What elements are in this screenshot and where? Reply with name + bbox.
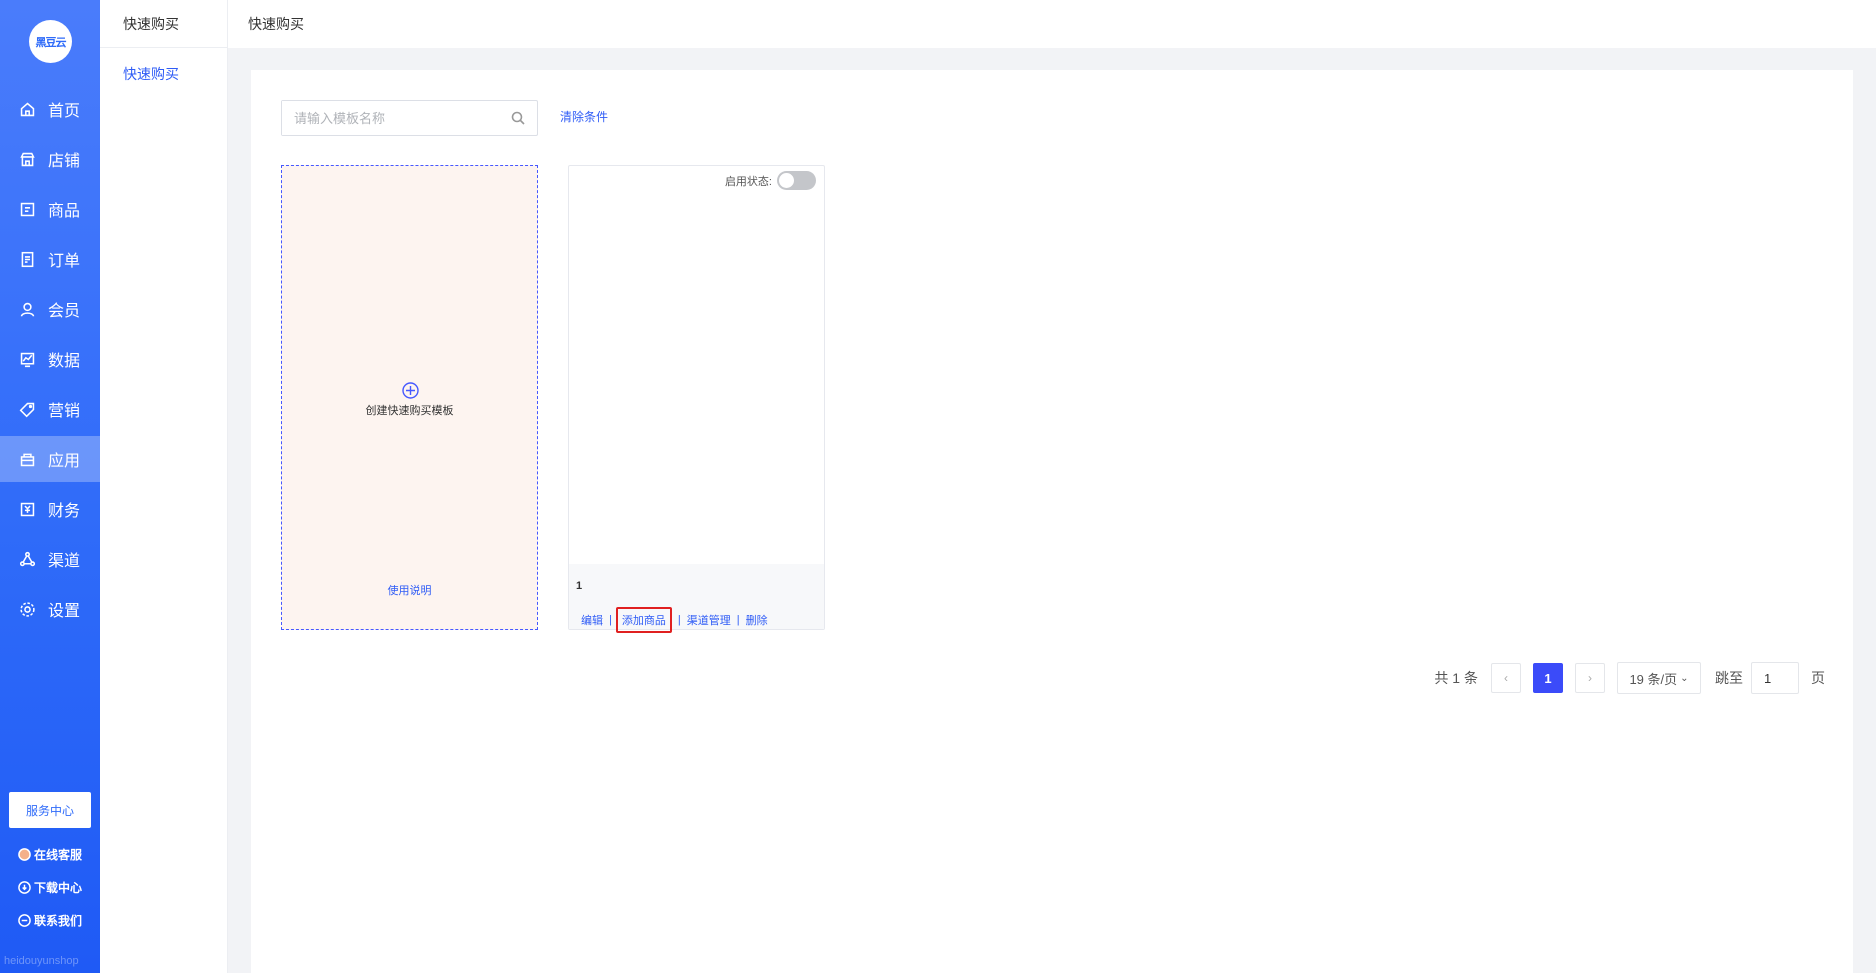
page-size-value: 19 条/页 — [1629, 671, 1678, 687]
nav-item-label: 渠道 — [48, 553, 81, 570]
create-template-label: 创建快速购买模板 — [365, 405, 454, 417]
breadcrumb: 快速购买 — [248, 16, 304, 32]
online-support-label: 在线客服 — [34, 848, 83, 862]
enable-status: 启用状态: — [725, 171, 816, 190]
nav-item-order[interactable]: 订单 — [0, 236, 100, 282]
add-goods-link[interactable]: 添加商品 — [615, 607, 672, 633]
pagination-total: 共 1 条 — [1434, 670, 1478, 686]
clear-filters-link[interactable]: 清除条件 — [560, 108, 608, 125]
chat-icon — [18, 914, 31, 927]
top-bar: 快速购买 — [228, 0, 1876, 48]
nav-item-store[interactable]: 店铺 — [0, 136, 100, 182]
nav-item-goods[interactable]: 商品 — [0, 186, 100, 232]
nav-item-label: 应用 — [48, 453, 81, 470]
nav-item-home[interactable]: 首页 — [0, 86, 100, 132]
page-number-button[interactable]: 1 — [1533, 663, 1563, 693]
nav-item-label: 营销 — [48, 403, 81, 420]
main-content: 清除条件 创建快速购买模板 使用说明 启用状态: 1 编辑 | 添加商品 | 渠… — [251, 70, 1853, 973]
download-center-link[interactable]: 下载中心 — [18, 879, 82, 896]
tag-icon — [18, 400, 36, 418]
nav-item-finance[interactable]: 财务 — [0, 486, 100, 532]
download-icon — [18, 881, 31, 894]
nav-item-label: 财务 — [48, 503, 81, 520]
chevron-left-icon: ‹ — [1504, 671, 1508, 685]
home-icon — [18, 100, 36, 118]
member-icon — [18, 300, 36, 318]
channel-icon — [18, 550, 36, 568]
chart-icon — [18, 350, 36, 368]
main-sidebar: 黑豆云 首页 店铺 商品 订单 会员 数据 营销 应用 财务 渠道 设置 服务中… — [0, 0, 100, 973]
nav-item-channel[interactable]: 渠道 — [0, 536, 100, 582]
subnav-item-quick-buy[interactable]: 快速购买 — [100, 64, 227, 84]
nav-item-label: 会员 — [48, 303, 81, 320]
edit-link[interactable]: 编辑 — [581, 612, 603, 628]
add-circle-icon — [402, 382, 419, 399]
nav-item-label: 订单 — [48, 253, 81, 270]
nav-item-member[interactable]: 会员 — [0, 286, 100, 332]
chevron-right-icon: › — [1588, 671, 1592, 685]
online-support-link[interactable]: 在线客服 — [18, 846, 82, 863]
brand-watermark: heidouyunshop — [4, 955, 79, 967]
enable-toggle[interactable] — [777, 171, 816, 190]
nav-item-data[interactable]: 数据 — [0, 336, 100, 382]
channel-manage-link[interactable]: 渠道管理 — [687, 612, 731, 628]
nav-item-label: 首页 — [48, 103, 81, 120]
avatar-icon — [18, 848, 31, 861]
enable-status-label: 启用状态: — [724, 175, 772, 188]
finance-icon — [18, 500, 36, 518]
nav-item-label: 店铺 — [48, 153, 81, 170]
app-icon — [18, 450, 36, 468]
contact-us-label: 联系我们 — [34, 914, 83, 928]
subnav-header: 快速购买 — [100, 0, 227, 48]
brand-logo[interactable]: 黑豆云 — [29, 20, 72, 63]
nav-item-app[interactable]: 应用 — [0, 436, 100, 482]
delete-link[interactable]: 删除 — [746, 612, 768, 628]
template-card-footer: 1 编辑 | 添加商品 | 渠道管理 | 删除 — [569, 564, 824, 633]
create-template-card[interactable]: 创建快速购买模板 使用说明 — [281, 165, 538, 630]
store-icon — [18, 150, 36, 168]
usage-help-link[interactable]: 使用说明 — [282, 582, 537, 598]
contact-us-link[interactable]: 联系我们 — [18, 912, 82, 929]
order-icon — [18, 250, 36, 268]
nav-item-settings[interactable]: 设置 — [0, 586, 100, 632]
search-input[interactable] — [282, 101, 502, 135]
separator: | — [677, 614, 681, 626]
page-size-select[interactable]: 19 条/页 ⌄ — [1617, 662, 1701, 694]
nav-item-label: 商品 — [48, 203, 81, 220]
pagination: 共 1 条 ‹ 1 › 19 条/页 ⌄ 跳至 页 — [1434, 662, 1825, 694]
separator: | — [609, 614, 612, 626]
sub-sidebar: 快速购买 快速购买 — [100, 0, 228, 973]
template-actions: 编辑 | 添加商品 | 渠道管理 | 删除 — [581, 607, 768, 633]
goods-icon — [18, 200, 36, 218]
page-suffix: 页 — [1811, 670, 1825, 686]
gear-icon — [18, 600, 36, 618]
nav-item-marketing[interactable]: 营销 — [0, 386, 100, 432]
jump-page-input[interactable] — [1751, 662, 1799, 694]
search-icon[interactable] — [511, 111, 525, 125]
nav-item-label: 数据 — [48, 353, 81, 370]
search-box — [281, 100, 538, 136]
template-card: 启用状态: 1 编辑 | 添加商品 | 渠道管理 | 删除 — [568, 165, 825, 633]
separator: | — [736, 614, 740, 626]
template-name: 1 — [576, 580, 583, 592]
download-center-label: 下载中心 — [34, 881, 83, 895]
jump-label: 跳至 — [1715, 670, 1743, 686]
prev-page-button[interactable]: ‹ — [1491, 663, 1521, 693]
next-page-button[interactable]: › — [1575, 663, 1605, 693]
chevron-down-icon: ⌄ — [1680, 672, 1689, 684]
service-center-button[interactable]: 服务中心 — [9, 792, 91, 828]
nav-item-label: 设置 — [48, 603, 81, 620]
